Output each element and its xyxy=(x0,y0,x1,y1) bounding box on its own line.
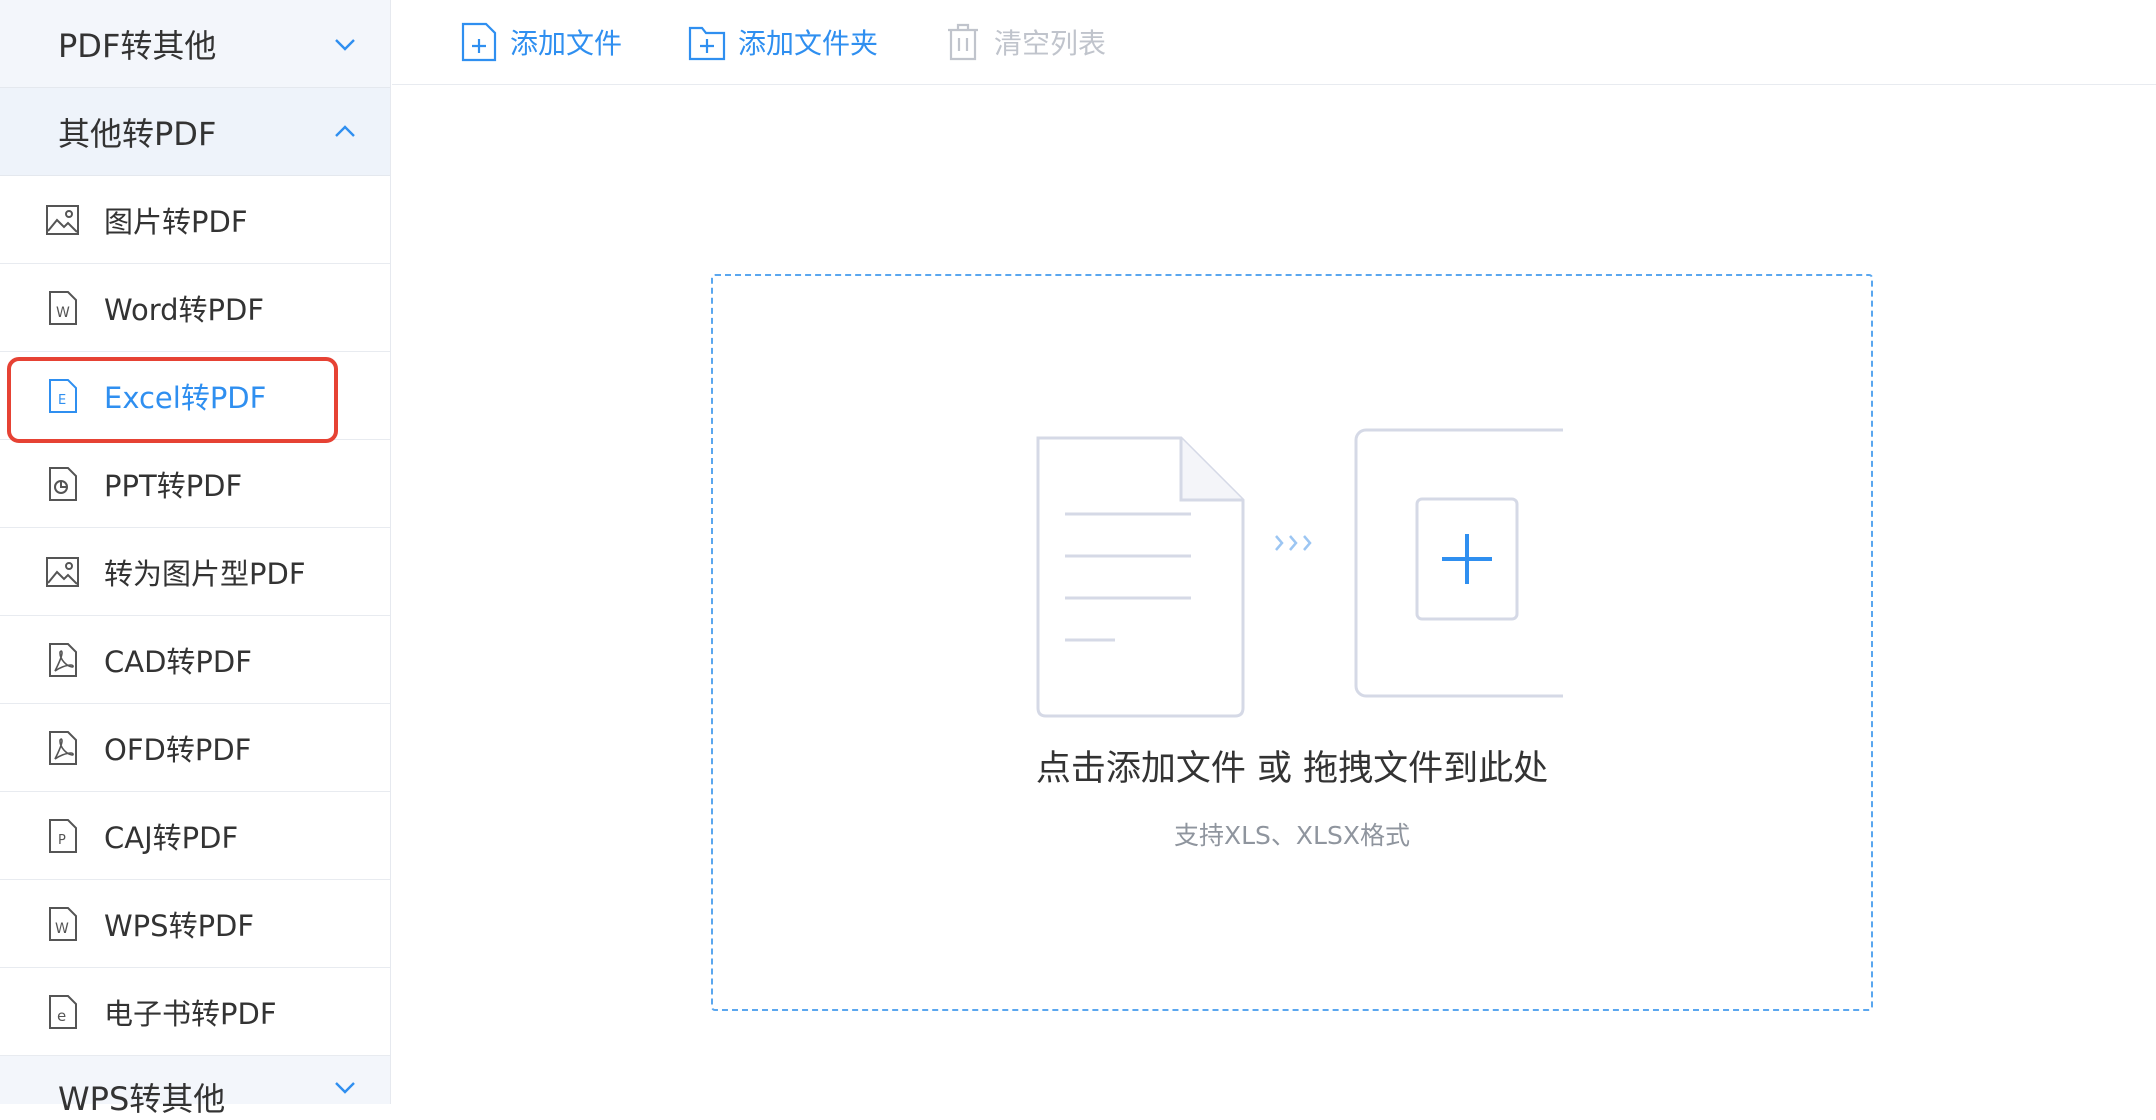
sidebar-item-ofd-to-pdf[interactable]: OFD转PDF xyxy=(0,704,390,792)
trash-icon xyxy=(948,23,979,61)
sidebar-item-label: CAJ转PDF xyxy=(104,820,239,855)
svg-text:e: e xyxy=(57,1007,66,1025)
sidebar-group-other-to-pdf[interactable]: 其他转PDF xyxy=(0,88,390,176)
p-file-icon: P xyxy=(49,818,77,853)
add-folder-button[interactable]: 添加文件夹 xyxy=(688,22,878,62)
arrows-icon xyxy=(1275,535,1312,551)
sidebar-group-label: PDF转其他 xyxy=(58,26,217,65)
sidebar-item-excel-to-pdf[interactable]: E Excel转PDF xyxy=(0,352,390,440)
sidebar-item-label: 图片转PDF xyxy=(104,204,248,239)
sidebar-item-image-to-pdf[interactable]: 图片转PDF xyxy=(0,176,390,264)
drop-zone-subtitle: 支持XLS、XLSX格式 xyxy=(1174,821,1410,850)
add-folder-label: 添加文件夹 xyxy=(738,27,879,60)
sidebar-item-label: Word转PDF xyxy=(104,292,265,327)
document-icon xyxy=(1036,436,1245,718)
sidebar-item-ebook-to-pdf[interactable]: e 电子书转PDF xyxy=(0,968,390,1056)
sidebar-item-label: 电子书转PDF xyxy=(104,996,277,1031)
sidebar-group-label: WPS转其他 xyxy=(58,1080,226,1118)
pdf-file-icon xyxy=(49,730,77,765)
word-file-icon: W xyxy=(49,290,77,325)
sidebar-group-label: 其他转PDF xyxy=(58,114,217,153)
sidebar: PDF转其他 其他转PDF 图片转PDF W Word转PDF E Excel转… xyxy=(0,0,391,1118)
sidebar-item-caj-to-pdf[interactable]: P CAJ转PDF xyxy=(0,792,390,880)
chevron-down-icon xyxy=(335,1082,355,1094)
sidebar-group-pdf-to-other[interactable]: PDF转其他 xyxy=(0,0,390,88)
add-file-button[interactable]: 添加文件 xyxy=(460,22,622,62)
file-drop-zone[interactable]: 点击添加文件 或 拖拽文件到此处 支持XLS、XLSX格式 xyxy=(711,274,1873,1011)
sidebar-item-word-to-pdf[interactable]: W Word转PDF xyxy=(0,264,390,352)
image-icon xyxy=(46,556,79,587)
sidebar-item-label: Excel转PDF xyxy=(104,380,267,415)
svg-text:P: P xyxy=(58,833,66,848)
sidebar-item-to-image-pdf[interactable]: 转为图片型PDF xyxy=(0,528,390,616)
sidebar-item-cad-to-pdf[interactable]: CAD转PDF xyxy=(0,616,390,704)
sidebar-item-label: 转为图片型PDF xyxy=(104,556,306,591)
excel-file-icon: E xyxy=(49,378,77,413)
add-folder-icon xyxy=(688,26,726,61)
drop-illustration xyxy=(1036,428,1563,718)
svg-text:W: W xyxy=(56,305,70,321)
chevron-down-icon xyxy=(335,38,355,51)
clear-list-label: 清空列表 xyxy=(994,27,1107,60)
sidebar-item-wps-to-pdf[interactable]: W WPS转PDF xyxy=(0,880,390,968)
sidebar-group-wps-to-other[interactable]: WPS转其他 xyxy=(0,1056,390,1118)
add-file-label: 添加文件 xyxy=(510,27,623,60)
pdf-file-icon xyxy=(49,642,77,677)
sidebar-item-label: PPT转PDF xyxy=(104,468,243,503)
ebook-file-icon: e xyxy=(49,994,77,1029)
image-icon xyxy=(46,204,79,235)
chevron-up-icon xyxy=(335,124,355,137)
drop-zone-title: 点击添加文件 或 拖拽文件到此处 xyxy=(1035,749,1549,789)
svg-text:E: E xyxy=(58,393,66,408)
add-box-icon xyxy=(1354,428,1563,698)
sidebar-item-label: WPS转PDF xyxy=(104,908,255,943)
sidebar-item-ppt-to-pdf[interactable]: PPT转PDF xyxy=(0,440,390,528)
svg-text:W: W xyxy=(55,921,69,937)
sidebar-item-label: OFD转PDF xyxy=(104,732,252,767)
toolbar: 添加文件 添加文件夹 清空列表 xyxy=(392,0,2156,85)
wps-file-icon: W xyxy=(49,906,77,941)
ppt-file-icon xyxy=(49,466,77,501)
clear-list-button[interactable]: 清空列表 xyxy=(944,22,1106,62)
sidebar-item-label: CAD转PDF xyxy=(104,644,252,679)
add-file-icon xyxy=(461,22,497,62)
